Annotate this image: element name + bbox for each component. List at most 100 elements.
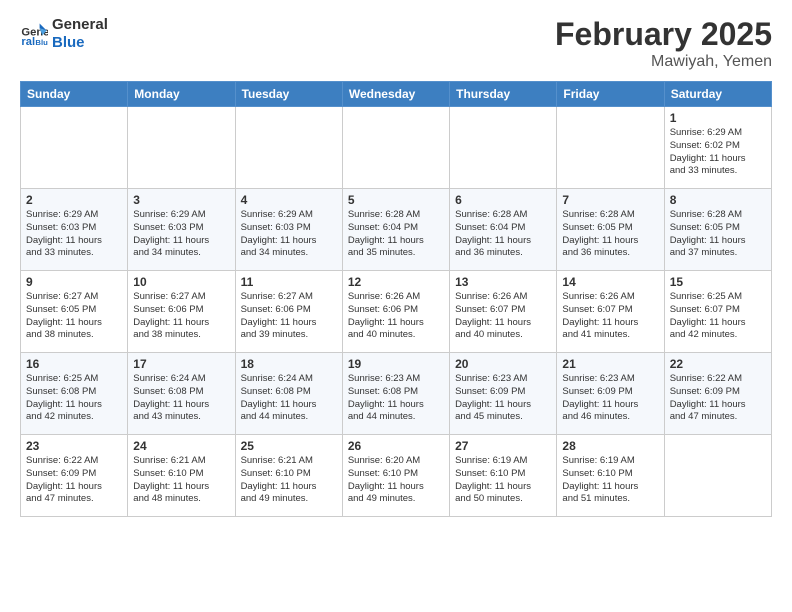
day-info: Sunrise: 6:23 AM Sunset: 6:09 PM Dayligh…	[455, 373, 551, 424]
day-info: Sunrise: 6:27 AM Sunset: 6:05 PM Dayligh…	[26, 291, 122, 342]
week-row-5: 23 Sunrise: 6:22 AM Sunset: 6:09 PM Dayli…	[21, 435, 772, 517]
day-number: 10	[133, 275, 229, 289]
day-cell: 12 Sunrise: 6:26 AM Sunset: 6:06 PM Dayli…	[342, 271, 449, 353]
day-cell: 5Sunrise: 6:28 AM Sunset: 6:04 PM Daylig…	[342, 189, 449, 271]
day-cell: 23 Sunrise: 6:22 AM Sunset: 6:09 PM Dayli…	[21, 435, 128, 517]
day-number: 7	[562, 193, 658, 207]
day-cell: 6 Sunrise: 6:28 AM Sunset: 6:04 PM Daylig…	[450, 189, 557, 271]
day-cell: 10 Sunrise: 6:27 AM Sunset: 6:06 PM Dayli…	[128, 271, 235, 353]
day-cell: 1 Sunrise: 6:29 AM Sunset: 6:02 PM Daylig…	[664, 107, 771, 189]
day-info: Sunrise: 6:26 AM Sunset: 6:07 PM Dayligh…	[562, 291, 658, 342]
day-cell	[557, 107, 664, 189]
day-info: Sunrise: 6:29 AM Sunset: 6:03 PM Dayligh…	[133, 209, 229, 260]
title-block: February 2025 Mawiyah, Yemen	[555, 16, 772, 71]
logo: Gene ral Blue General Blue	[20, 16, 108, 52]
day-info: Sunrise: 6:22 AM Sunset: 6:09 PM Dayligh…	[670, 373, 766, 424]
day-cell: 28Sunrise: 6:19 AM Sunset: 6:10 PM Dayli…	[557, 435, 664, 517]
day-number: 11	[241, 275, 337, 289]
day-info: Sunrise: 6:29 AM Sunset: 6:03 PM Dayligh…	[241, 209, 337, 260]
logo-line1: General	[52, 16, 108, 34]
day-cell: 25 Sunrise: 6:21 AM Sunset: 6:10 PM Dayli…	[235, 435, 342, 517]
day-cell: 19 Sunrise: 6:23 AM Sunset: 6:08 PM Dayli…	[342, 353, 449, 435]
day-cell: 13Sunrise: 6:26 AM Sunset: 6:07 PM Dayli…	[450, 271, 557, 353]
header: Gene ral Blue General Blue February 2025…	[20, 16, 772, 71]
day-info: Sunrise: 6:26 AM Sunset: 6:06 PM Dayligh…	[348, 291, 444, 342]
week-row-2: 2 Sunrise: 6:29 AM Sunset: 6:03 PM Daylig…	[21, 189, 772, 271]
day-info: Sunrise: 6:20 AM Sunset: 6:10 PM Dayligh…	[348, 455, 444, 506]
day-cell: 8 Sunrise: 6:28 AM Sunset: 6:05 PM Daylig…	[664, 189, 771, 271]
logo-icon: Gene ral Blue	[20, 20, 48, 48]
day-info: Sunrise: 6:21 AM Sunset: 6:10 PM Dayligh…	[241, 455, 337, 506]
day-info: Sunrise: 6:23 AM Sunset: 6:08 PM Dayligh…	[348, 373, 444, 424]
day-info: Sunrise: 6:23 AM Sunset: 6:09 PM Dayligh…	[562, 373, 658, 424]
day-cell: 2Sunrise: 6:29 AM Sunset: 6:03 PM Daylig…	[21, 189, 128, 271]
svg-text:ral: ral	[21, 36, 35, 48]
calendar-header-row: SundayMondayTuesdayWednesdayThursdayFrid…	[21, 82, 772, 107]
day-cell: 17Sunrise: 6:24 AM Sunset: 6:08 PM Dayli…	[128, 353, 235, 435]
day-number: 4	[241, 193, 337, 207]
day-number: 3	[133, 193, 229, 207]
day-number: 14	[562, 275, 658, 289]
day-number: 8	[670, 193, 766, 207]
svg-text:Blue: Blue	[35, 38, 48, 47]
day-number: 15	[670, 275, 766, 289]
day-number: 1	[670, 111, 766, 125]
day-number: 28	[562, 439, 658, 453]
day-cell: 4 Sunrise: 6:29 AM Sunset: 6:03 PM Daylig…	[235, 189, 342, 271]
day-number: 20	[455, 357, 551, 371]
day-cell	[235, 107, 342, 189]
day-info: Sunrise: 6:28 AM Sunset: 6:04 PM Dayligh…	[348, 209, 444, 260]
day-header-thursday: Thursday	[450, 82, 557, 107]
day-info: Sunrise: 6:25 AM Sunset: 6:07 PM Dayligh…	[670, 291, 766, 342]
day-number: 18	[241, 357, 337, 371]
day-info: Sunrise: 6:21 AM Sunset: 6:10 PM Dayligh…	[133, 455, 229, 506]
day-cell: 11 Sunrise: 6:27 AM Sunset: 6:06 PM Dayli…	[235, 271, 342, 353]
day-number: 26	[348, 439, 444, 453]
week-row-4: 16Sunrise: 6:25 AM Sunset: 6:08 PM Dayli…	[21, 353, 772, 435]
month-title: February 2025	[555, 16, 772, 53]
day-header-saturday: Saturday	[664, 82, 771, 107]
day-number: 9	[26, 275, 122, 289]
day-info: Sunrise: 6:29 AM Sunset: 6:02 PM Dayligh…	[670, 127, 766, 178]
day-header-monday: Monday	[128, 82, 235, 107]
day-number: 12	[348, 275, 444, 289]
day-number: 23	[26, 439, 122, 453]
day-cell	[128, 107, 235, 189]
day-cell: 26 Sunrise: 6:20 AM Sunset: 6:10 PM Dayli…	[342, 435, 449, 517]
day-info: Sunrise: 6:24 AM Sunset: 6:08 PM Dayligh…	[133, 373, 229, 424]
day-cell: 24 Sunrise: 6:21 AM Sunset: 6:10 PM Dayli…	[128, 435, 235, 517]
day-number: 13	[455, 275, 551, 289]
day-number: 21	[562, 357, 658, 371]
day-cell: 22Sunrise: 6:22 AM Sunset: 6:09 PM Dayli…	[664, 353, 771, 435]
day-info: Sunrise: 6:22 AM Sunset: 6:09 PM Dayligh…	[26, 455, 122, 506]
day-cell: 18 Sunrise: 6:24 AM Sunset: 6:08 PM Dayli…	[235, 353, 342, 435]
day-info: Sunrise: 6:27 AM Sunset: 6:06 PM Dayligh…	[241, 291, 337, 342]
logo-line2: Blue	[52, 34, 108, 52]
day-number: 19	[348, 357, 444, 371]
calendar: SundayMondayTuesdayWednesdayThursdayFrid…	[20, 81, 772, 517]
day-info: Sunrise: 6:19 AM Sunset: 6:10 PM Dayligh…	[455, 455, 551, 506]
week-row-3: 9 Sunrise: 6:27 AM Sunset: 6:05 PM Daylig…	[21, 271, 772, 353]
day-info: Sunrise: 6:24 AM Sunset: 6:08 PM Dayligh…	[241, 373, 337, 424]
day-cell: 7 Sunrise: 6:28 AM Sunset: 6:05 PM Daylig…	[557, 189, 664, 271]
day-cell: 16Sunrise: 6:25 AM Sunset: 6:08 PM Dayli…	[21, 353, 128, 435]
day-number: 24	[133, 439, 229, 453]
location: Mawiyah, Yemen	[555, 53, 772, 71]
day-cell	[21, 107, 128, 189]
day-info: Sunrise: 6:28 AM Sunset: 6:04 PM Dayligh…	[455, 209, 551, 260]
day-cell: 14 Sunrise: 6:26 AM Sunset: 6:07 PM Dayli…	[557, 271, 664, 353]
day-info: Sunrise: 6:28 AM Sunset: 6:05 PM Dayligh…	[562, 209, 658, 260]
day-cell: 9 Sunrise: 6:27 AM Sunset: 6:05 PM Daylig…	[21, 271, 128, 353]
day-info: Sunrise: 6:27 AM Sunset: 6:06 PM Dayligh…	[133, 291, 229, 342]
day-header-wednesday: Wednesday	[342, 82, 449, 107]
day-header-friday: Friday	[557, 82, 664, 107]
day-number: 6	[455, 193, 551, 207]
day-cell: 21 Sunrise: 6:23 AM Sunset: 6:09 PM Dayli…	[557, 353, 664, 435]
day-cell: 3 Sunrise: 6:29 AM Sunset: 6:03 PM Daylig…	[128, 189, 235, 271]
day-number: 2	[26, 193, 122, 207]
day-number: 25	[241, 439, 337, 453]
day-info: Sunrise: 6:28 AM Sunset: 6:05 PM Dayligh…	[670, 209, 766, 260]
day-cell: 15 Sunrise: 6:25 AM Sunset: 6:07 PM Dayli…	[664, 271, 771, 353]
day-number: 16	[26, 357, 122, 371]
day-cell: 27Sunrise: 6:19 AM Sunset: 6:10 PM Dayli…	[450, 435, 557, 517]
